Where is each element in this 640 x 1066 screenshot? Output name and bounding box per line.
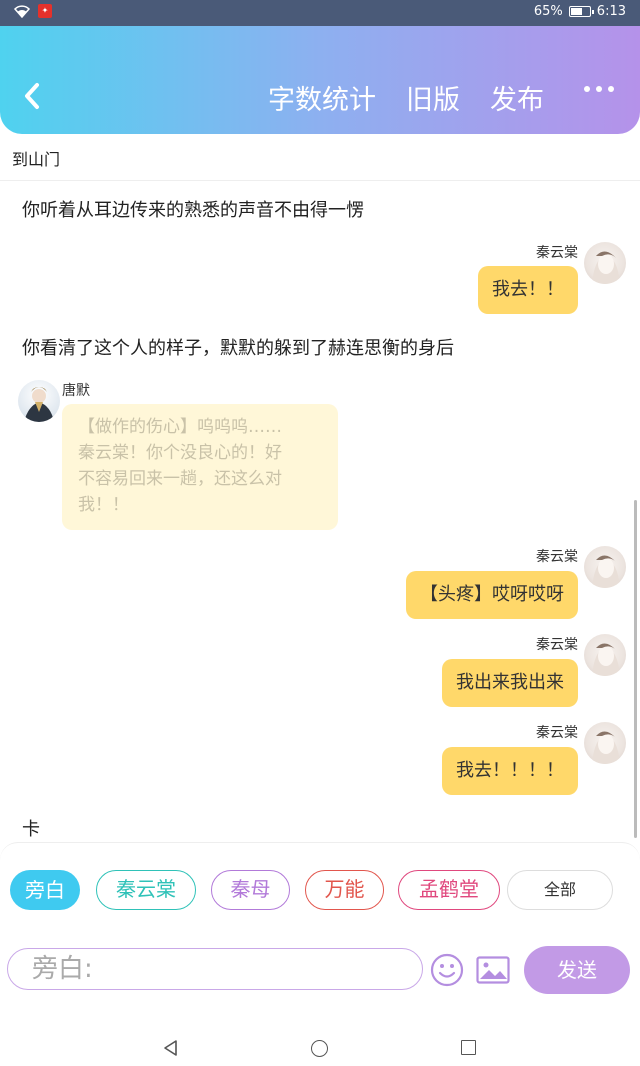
chat-scrollbar[interactable] bbox=[634, 500, 637, 838]
app-header: ✦ 65% 6:13 字数统计 旧版 发布 bbox=[0, 0, 640, 134]
avatar bbox=[584, 722, 626, 764]
avatar bbox=[584, 546, 626, 588]
avatar bbox=[584, 634, 626, 676]
nav-home-icon[interactable] bbox=[311, 1040, 328, 1057]
speaker-name: 秦云棠 bbox=[536, 637, 578, 653]
publish-button[interactable]: 发布 bbox=[490, 78, 544, 117]
more-dots-icon bbox=[584, 86, 590, 92]
system-navigation-bar bbox=[0, 1030, 640, 1066]
image-button[interactable] bbox=[476, 956, 510, 984]
emoji-button[interactable] bbox=[430, 953, 464, 987]
role-chip-narrator[interactable]: 旁白 bbox=[10, 870, 80, 910]
chat-bubble[interactable]: 我去！！！！ bbox=[442, 747, 578, 795]
word-count-button[interactable]: 字数统计 bbox=[268, 78, 376, 117]
chat-bubble[interactable]: 我出来我出来 bbox=[442, 659, 578, 707]
role-chip-wanneng[interactable]: 万能 bbox=[305, 870, 384, 910]
battery-icon bbox=[568, 6, 594, 17]
send-button[interactable]: 发送 bbox=[524, 946, 630, 994]
role-chip-qin-yuntang[interactable]: 秦云棠 bbox=[96, 870, 196, 910]
speaker-name: 唐默 bbox=[62, 383, 90, 399]
role-chip-all[interactable]: 全部 bbox=[507, 870, 613, 910]
battery-percent: 65% bbox=[533, 4, 563, 19]
speaker-name: 秦云棠 bbox=[536, 245, 578, 261]
divider bbox=[0, 180, 640, 181]
more-options-button[interactable] bbox=[584, 86, 614, 92]
chat-bubble[interactable]: 【头疼】哎呀哎呀 bbox=[406, 571, 578, 619]
role-chip-meng-hetang[interactable]: 孟鹤堂 bbox=[398, 870, 500, 910]
narration-message[interactable]: 卡 bbox=[22, 815, 40, 841]
speaker-name: 秦云棠 bbox=[536, 549, 578, 565]
status-bar: ✦ 65% 6:13 bbox=[0, 0, 640, 26]
clock: 6:13 bbox=[596, 4, 626, 19]
message-input[interactable]: 旁白: bbox=[7, 948, 423, 990]
nav-back-icon[interactable] bbox=[162, 1039, 180, 1057]
speaker-name: 秦云棠 bbox=[536, 725, 578, 741]
app-notification-icon: ✦ bbox=[38, 4, 52, 18]
wifi-icon bbox=[14, 4, 30, 18]
narration-message[interactable]: 你看清了这个人的样子，默默的躲到了赫连思衡的身后 bbox=[22, 334, 454, 360]
chapter-title: 到山门 bbox=[12, 150, 61, 169]
emoji-icon bbox=[430, 953, 464, 987]
back-button[interactable] bbox=[18, 78, 48, 114]
chat-bubble[interactable]: 我去！！ bbox=[478, 266, 578, 314]
role-chip-qin-mu[interactable]: 秦母 bbox=[211, 870, 290, 910]
avatar bbox=[584, 242, 626, 284]
avatar bbox=[18, 380, 60, 422]
back-chevron-icon bbox=[25, 83, 39, 109]
chat-bubble-faded[interactable]: 【做作的伤心】呜呜呜…… 秦云棠！你个没良心的！好 不容易回来一趟，还这么对 我… bbox=[62, 404, 338, 530]
header-actions: 字数统计 旧版 发布 bbox=[268, 78, 544, 117]
narration-message[interactable]: 你听着从耳边传来的熟悉的声音不由得一愣 bbox=[22, 196, 364, 222]
old-version-button[interactable]: 旧版 bbox=[406, 78, 460, 117]
nav-recent-apps-icon[interactable] bbox=[461, 1040, 476, 1055]
image-icon bbox=[476, 956, 510, 984]
